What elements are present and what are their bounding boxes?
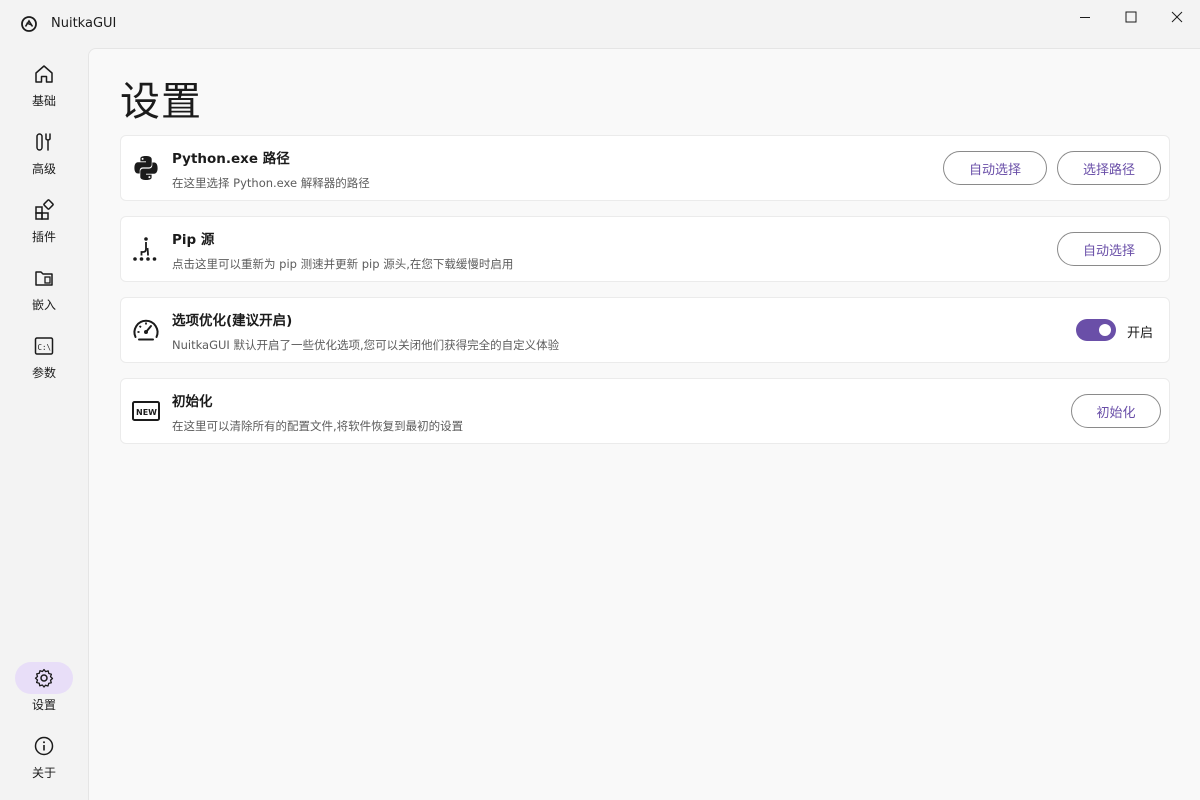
sidebar-item-label: 基础 [31, 94, 56, 108]
card-title: Pip 源 [172, 232, 215, 248]
optimization-toggle[interactable] [1076, 319, 1116, 341]
new-badge-icon: NEW [132, 401, 160, 421]
title-bar: NuitkaGUI [0, 0, 1200, 48]
maximize-icon [1125, 11, 1137, 23]
optimization-card: 选项优化(建议开启) NuitkaGUI 默认开启了一些优化选项,您可以关闭他们… [120, 297, 1170, 363]
choose-path-button[interactable]: 选择路径 [1057, 151, 1161, 185]
sidebar-item-settings[interactable]: 设置 [8, 656, 80, 720]
sidebar-item-label: 参数 [31, 366, 56, 380]
card-description: NuitkaGUI 默认开启了一些优化选项,您可以关闭他们获得完全的自定义体验 [172, 338, 560, 352]
auto-select-python-button[interactable]: 自动选择 [943, 151, 1047, 185]
pip-branch-icon [133, 237, 157, 261]
sidebar-item-embed[interactable]: 嵌入 [8, 256, 80, 320]
minimize-icon [1080, 17, 1090, 18]
app-logo-icon [21, 16, 37, 32]
toggle-state-label: 开启 [1127, 326, 1154, 341]
folder-embed-icon [35, 271, 53, 286]
python-icon [134, 156, 158, 180]
card-title: 选项优化(建议开启) [172, 313, 293, 329]
window-title: NuitkaGUI [51, 16, 117, 31]
command-prompt-icon: C:\ [34, 337, 54, 355]
minimize-button[interactable] [1062, 0, 1108, 34]
sidebar-item-label: 高级 [31, 162, 56, 176]
card-title: 初始化 [172, 394, 213, 410]
svg-text:C:\: C:\ [38, 343, 52, 352]
close-button[interactable] [1154, 0, 1200, 34]
toggle-knob [1099, 324, 1111, 336]
gear-icon [34, 668, 54, 688]
pip-source-card: Pip 源 点击这里可以重新为 pip 测速并更新 pip 源头,在您下载缓慢时… [120, 216, 1170, 282]
sidebar-item-params[interactable]: C:\ 参数 [8, 324, 80, 388]
sidebar-item-label: 插件 [31, 230, 56, 244]
svg-text:NEW: NEW [136, 408, 157, 417]
apps-add-icon [35, 199, 54, 220]
info-icon [34, 736, 54, 756]
card-description: 点击这里可以重新为 pip 测速并更新 pip 源头,在您下载缓慢时启用 [172, 257, 514, 271]
card-description: 在这里选择 Python.exe 解释器的路径 [172, 176, 370, 190]
sidebar-item-label: 嵌入 [31, 298, 56, 312]
sidebar-item-basic[interactable]: 基础 [8, 52, 80, 116]
python-path-card: Python.exe 路径 在这里选择 Python.exe 解释器的路径 自动… [120, 135, 1170, 201]
settings-page: 设置 Python.exe 路径 在这里选择 Python.exe 解释器的路径… [88, 48, 1200, 800]
home-icon [35, 65, 53, 83]
sidebar-item-label: 关于 [31, 766, 56, 780]
sidebar-item-advanced[interactable]: 高级 [8, 120, 80, 184]
maximize-button[interactable] [1108, 0, 1154, 34]
card-title: Python.exe 路径 [172, 151, 290, 167]
sidebar-item-label: 设置 [31, 698, 56, 712]
card-description: 在这里可以清除所有的配置文件,将软件恢复到最初的设置 [172, 419, 464, 433]
close-icon [1171, 11, 1183, 23]
page-title: 设置 [120, 79, 202, 125]
sidebar-item-about[interactable]: 关于 [8, 724, 80, 788]
speedometer-icon [133, 319, 159, 341]
initialize-card: NEW 初始化 在这里可以清除所有的配置文件,将软件恢复到最初的设置 初始化 [120, 378, 1170, 444]
sidebar-item-plugins[interactable]: 插件 [8, 188, 80, 252]
initialize-button[interactable]: 初始化 [1071, 394, 1161, 428]
auto-select-pip-button[interactable]: 自动选择 [1057, 232, 1161, 266]
tools-icon [36, 133, 51, 151]
sidebar: 基础 高级 插件 嵌入 C:\ 参数 设置 关于 [0, 48, 88, 800]
